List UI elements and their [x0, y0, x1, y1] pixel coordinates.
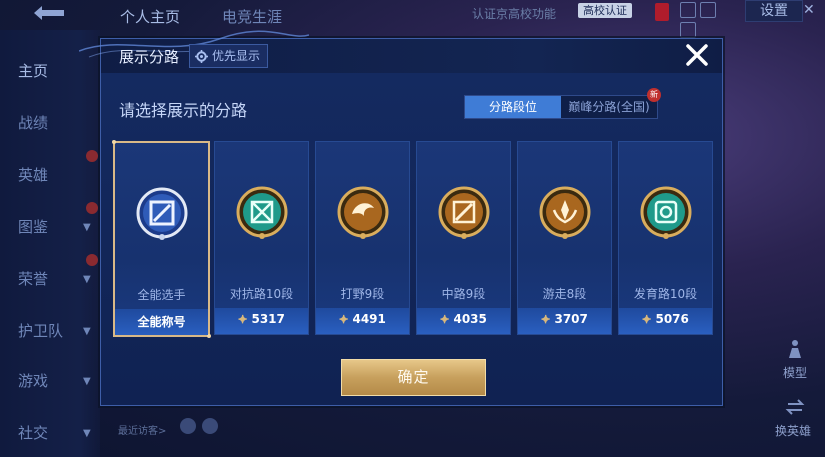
lane-score: 全能称号 — [115, 313, 208, 330]
lane-score-value: 5076 — [655, 312, 689, 326]
nav-social[interactable]: 社交 — [18, 422, 88, 443]
tab-profile[interactable]: 个人主页 — [120, 6, 180, 27]
lane-card-footer: ⯌ 4035 — [417, 308, 510, 334]
power-star-icon: ⯌ — [238, 312, 248, 326]
nav-game[interactable]: 游戏 — [18, 370, 88, 391]
lane-type-segment: 分路段位 巅峰分路(全国) 新 — [464, 88, 661, 119]
lane-card-footer: ⯌ 3707 — [518, 308, 611, 334]
recent-visitors[interactable]: 最近访客> — [118, 422, 166, 437]
gear-icon — [195, 49, 208, 63]
top-icons — [680, 2, 738, 38]
nav-guard[interactable]: 护卫队 — [18, 320, 88, 341]
roam-emblem-icon — [539, 186, 591, 239]
share-icon[interactable] — [680, 2, 696, 18]
more-icon[interactable] — [680, 22, 696, 38]
lane-card-all-round[interactable]: 全能选手 全能称号 — [112, 140, 211, 338]
lane-role: 发育路10段 — [633, 287, 698, 301]
top-bar: 个人主页 电竞生涯 认证京高校功能 高校认证 设置 ✕ — [0, 0, 825, 38]
modal-header: 展示分路 优先显示 — [79, 30, 722, 74]
switch-hero-icon[interactable] — [784, 396, 806, 418]
segment-peak-lane[interactable]: 巅峰分路(全国) 新 — [561, 88, 661, 118]
lane-display-modal: 展示分路 优先显示 请选择展示的分路 分路段位 巅峰分路(全国) 新 全能选手 … — [79, 30, 723, 406]
nav-stats[interactable]: 战绩 — [18, 112, 88, 133]
chevron-down-icon: ▼ — [83, 274, 91, 285]
avatar[interactable] — [180, 418, 196, 434]
lane-role: 游走8段 — [542, 287, 587, 301]
power-star-icon: ⯌ — [541, 312, 551, 326]
lane-card-footer: 全能称号 — [115, 309, 208, 335]
lane-role: 全能选手 — [137, 288, 186, 302]
lane-card-jungle[interactable]: 打野9段 ⯌ 4491 — [315, 141, 410, 335]
top-note: 认证京高校功能 — [472, 7, 557, 21]
priority-display-label: 优先显示 — [212, 49, 261, 63]
confirm-button[interactable]: 确定 — [341, 359, 486, 396]
lane-role: 中路9段 — [441, 287, 486, 301]
nav-new-badge — [86, 254, 98, 266]
chevron-down-icon: ▼ — [83, 428, 91, 439]
visitor-avatars — [180, 418, 250, 438]
school-badge[interactable]: 高校认证 — [578, 3, 632, 18]
switch-hero-label: 换英雄 — [775, 424, 812, 438]
chevron-down-icon: ▼ — [83, 326, 91, 337]
chevron-down-icon: ▼ — [83, 376, 91, 387]
jungle-emblem-icon — [337, 186, 389, 239]
all-round-emblem-icon — [136, 187, 188, 240]
farm-lane-emblem-icon — [640, 186, 692, 239]
clash-lane-emblem-icon — [236, 186, 288, 239]
segment-lane-rank[interactable]: 分路段位 — [465, 96, 561, 118]
nav-heroes[interactable]: 英雄 — [18, 164, 88, 185]
nav-home[interactable]: 主页 — [18, 60, 88, 81]
lane-card-mid[interactable]: 中路9段 ⯌ 4035 — [416, 141, 511, 335]
vip-icon — [655, 3, 669, 21]
lane-score-value: 4035 — [453, 312, 487, 326]
lane-score: ⯌ 5317 — [215, 312, 308, 327]
prompt-text: 请选择展示的分路 — [119, 101, 248, 120]
all-round-title: 全能称号 — [137, 315, 186, 329]
top-close-icon[interactable]: ✕ — [803, 0, 821, 20]
chevron-down-icon: ▼ — [83, 222, 91, 233]
settings-button[interactable]: 设置 — [745, 0, 803, 22]
avatar[interactable] — [202, 418, 218, 434]
power-star-icon: ⯌ — [642, 312, 652, 326]
lane-score-value: 4491 — [352, 312, 386, 326]
nav-new-badge — [86, 202, 98, 214]
nav-new-badge — [86, 150, 98, 162]
priority-display-button[interactable]: 优先显示 — [189, 44, 269, 68]
new-badge: 新 — [647, 88, 661, 102]
lane-card-farm[interactable]: 发育路10段 ⯌ 5076 — [618, 141, 713, 335]
lane-card-roam[interactable]: 游走8段 ⯌ 3707 — [517, 141, 612, 335]
lane-role: 打野9段 — [340, 287, 385, 301]
lane-score-value: 5317 — [251, 312, 285, 326]
lane-score: ⯌ 5076 — [619, 312, 712, 327]
back-arrow-icon[interactable] — [26, 3, 70, 23]
model-label: 模型 — [783, 366, 808, 380]
left-nav: 主页 战绩 英雄 图鉴 ▼ 荣誉 ▼ 护卫队 ▼ 游戏 ▼ 社交 ▼ — [0, 30, 100, 457]
lane-card-footer: ⯌ 5076 — [619, 308, 712, 334]
lane-role: 对抗路10段 — [229, 287, 294, 301]
lane-score: ⯌ 4491 — [316, 312, 409, 327]
lane-score: ⯌ 4035 — [417, 312, 510, 327]
modal-title: 展示分路 — [119, 48, 180, 66]
model-icon[interactable] — [784, 338, 806, 360]
nav-honor[interactable]: 荣誉 — [18, 268, 88, 289]
lane-card-clash[interactable]: 对抗路10段 ⯌ 5317 — [214, 141, 309, 335]
mail-icon[interactable] — [700, 2, 716, 18]
lane-card-footer: ⯌ 5317 — [215, 308, 308, 334]
mid-lane-emblem-icon — [438, 186, 490, 239]
power-star-icon: ⯌ — [339, 312, 349, 326]
tab-esports-career[interactable]: 电竞生涯 — [222, 6, 282, 27]
lane-score: ⯌ 3707 — [518, 312, 611, 327]
segment-peak-lane-label: 巅峰分路(全国) — [568, 100, 650, 114]
modal-content: 请选择展示的分路 分路段位 巅峰分路(全国) 新 全能选手 全能称号 对抗路10… — [101, 73, 722, 405]
corner-dot — [112, 140, 116, 144]
power-star-icon: ⯌ — [440, 312, 450, 326]
close-icon[interactable] — [684, 42, 710, 68]
nav-codex[interactable]: 图鉴 — [18, 216, 88, 237]
lane-score-value: 3707 — [554, 312, 588, 326]
lane-card-footer: ⯌ 4491 — [316, 308, 409, 334]
